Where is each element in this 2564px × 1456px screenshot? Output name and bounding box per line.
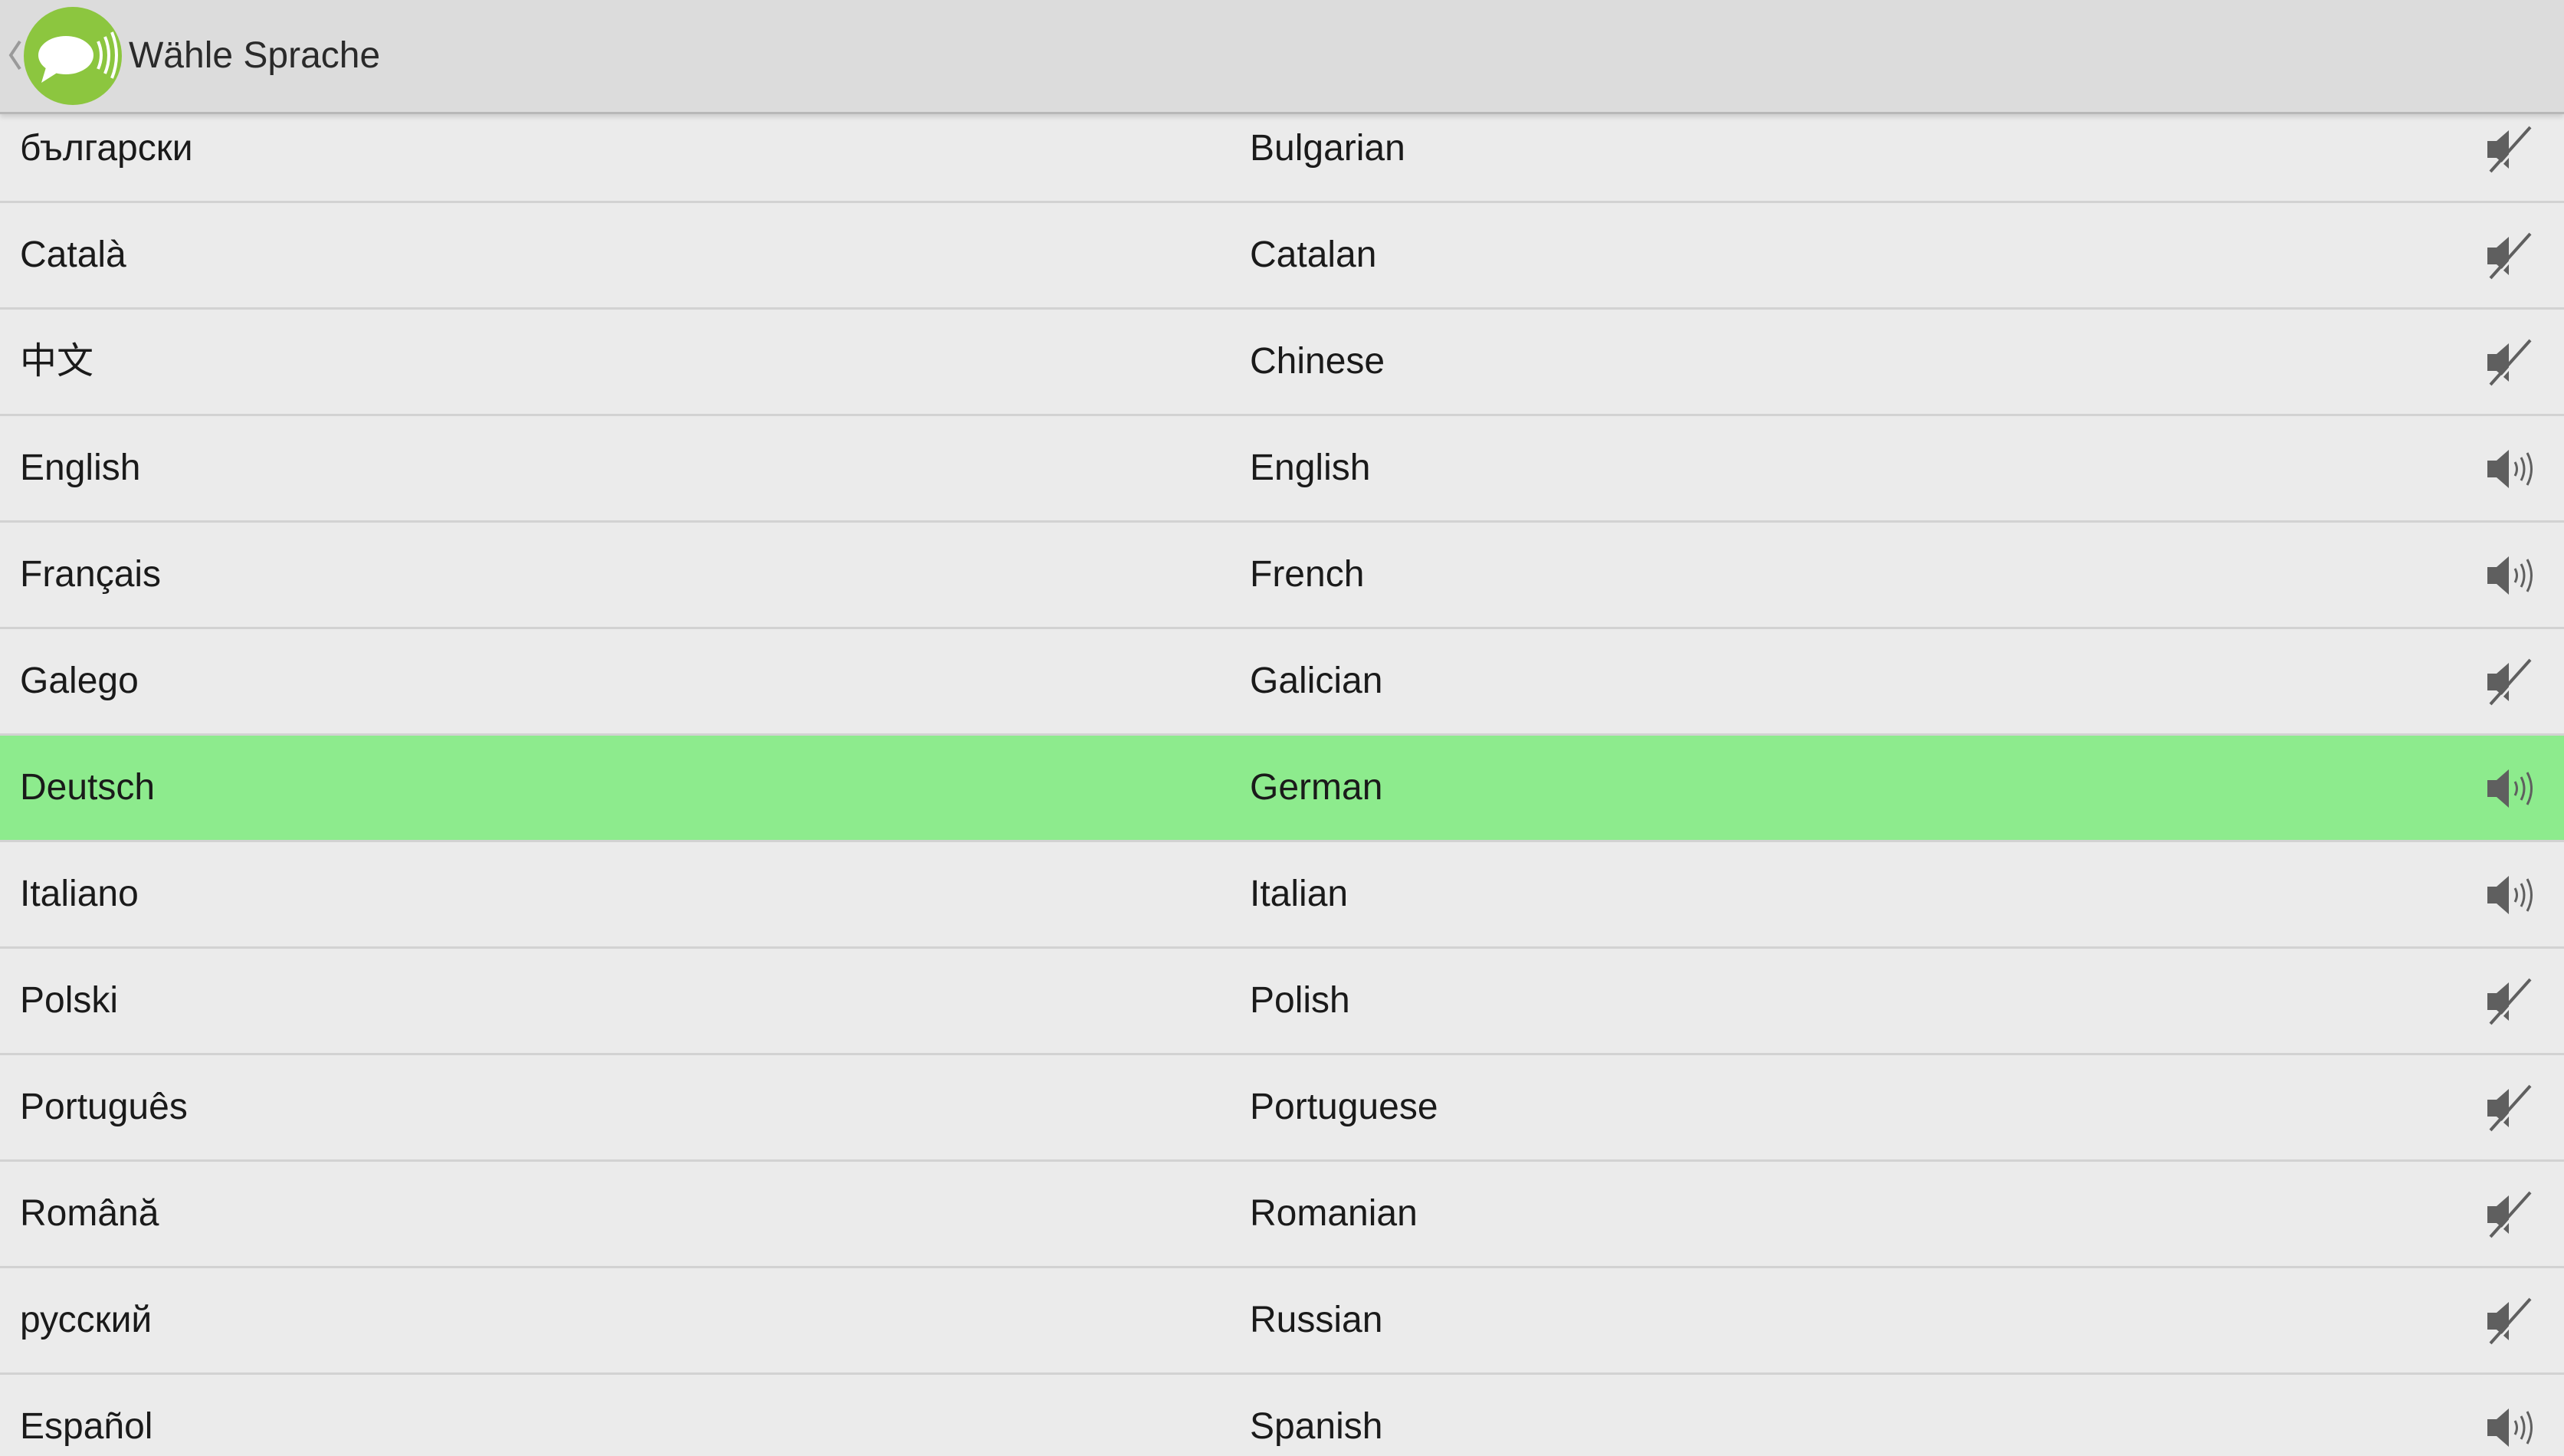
speaker-muted-icon xyxy=(2487,232,2535,281)
language-row[interactable]: русский Russian xyxy=(0,1268,2564,1375)
language-native-name: Italiano xyxy=(20,874,139,914)
speaker-on-icon xyxy=(2487,876,2533,914)
language-row[interactable]: Polski Polish xyxy=(0,949,2564,1055)
language-english-name: Bulgarian xyxy=(1250,128,1405,169)
language-english-name: English xyxy=(1250,448,1371,488)
speaker-on-icon xyxy=(2487,450,2533,488)
language-english-name: Portuguese xyxy=(1250,1087,1438,1127)
language-native-name: русский xyxy=(20,1300,152,1340)
speaker-muted-icon xyxy=(2487,1084,2535,1133)
language-english-name: Romanian xyxy=(1250,1193,1418,1234)
language-row[interactable]: Français French xyxy=(0,523,2564,629)
language-english-name: German xyxy=(1250,767,1383,808)
language-native-name: Polski xyxy=(20,980,119,1021)
speech-bubble-icon[interactable] xyxy=(23,6,123,106)
language-english-name: Polish xyxy=(1250,980,1350,1021)
speaker-muted-icon xyxy=(2487,1191,2535,1240)
language-row[interactable]: Català Catalan xyxy=(0,203,2564,310)
language-row[interactable]: English English xyxy=(0,416,2564,523)
language-native-name: Español xyxy=(20,1406,153,1447)
language-list[interactable]: български Bulgarian Català Catalan 中文 Chinese… xyxy=(0,112,2564,1456)
language-row[interactable]: Deutsch German xyxy=(0,736,2564,842)
speaker-on-icon xyxy=(2487,556,2533,595)
language-row[interactable]: Română Romanian xyxy=(0,1162,2564,1268)
language-english-name: Spanish xyxy=(1250,1406,1383,1447)
language-native-name: Français xyxy=(20,554,162,595)
speaker-on-icon xyxy=(2487,769,2533,808)
language-row[interactable]: български Bulgarian xyxy=(0,112,2564,203)
language-row[interactable]: Italiano Italian xyxy=(0,842,2564,949)
page-title: Wähle Sprache xyxy=(129,35,381,76)
action-bar: Wähle Sprache xyxy=(0,0,2564,114)
speaker-on-icon xyxy=(2487,1408,2533,1447)
language-english-name: French xyxy=(1250,554,1365,595)
language-native-name: Português xyxy=(20,1087,188,1127)
language-english-name: Italian xyxy=(1250,874,1349,914)
language-english-name: Chinese xyxy=(1250,341,1385,382)
speaker-muted-icon xyxy=(2487,339,2535,388)
language-native-name: български xyxy=(20,128,193,169)
language-row[interactable]: Galego Galician xyxy=(0,629,2564,736)
language-native-name: Galego xyxy=(20,661,139,701)
language-native-name: English xyxy=(20,448,141,488)
language-row[interactable]: Português Portuguese xyxy=(0,1055,2564,1162)
language-row[interactable]: Español Spanish xyxy=(0,1375,2564,1456)
language-english-name: Galician xyxy=(1250,661,1383,701)
chevron-left-icon[interactable] xyxy=(6,38,23,72)
speaker-muted-icon xyxy=(2487,978,2535,1027)
language-english-name: Russian xyxy=(1250,1300,1383,1340)
speaker-muted-icon xyxy=(2487,1297,2535,1346)
language-native-name: Deutsch xyxy=(20,767,156,808)
language-native-name: Română xyxy=(20,1193,159,1234)
language-english-name: Catalan xyxy=(1250,234,1377,275)
language-native-name: 中文 xyxy=(20,341,94,382)
language-row[interactable]: 中文 Chinese xyxy=(0,310,2564,416)
speaker-muted-icon xyxy=(2487,658,2535,707)
language-native-name: Català xyxy=(20,234,126,275)
speaker-muted-icon xyxy=(2487,126,2535,175)
